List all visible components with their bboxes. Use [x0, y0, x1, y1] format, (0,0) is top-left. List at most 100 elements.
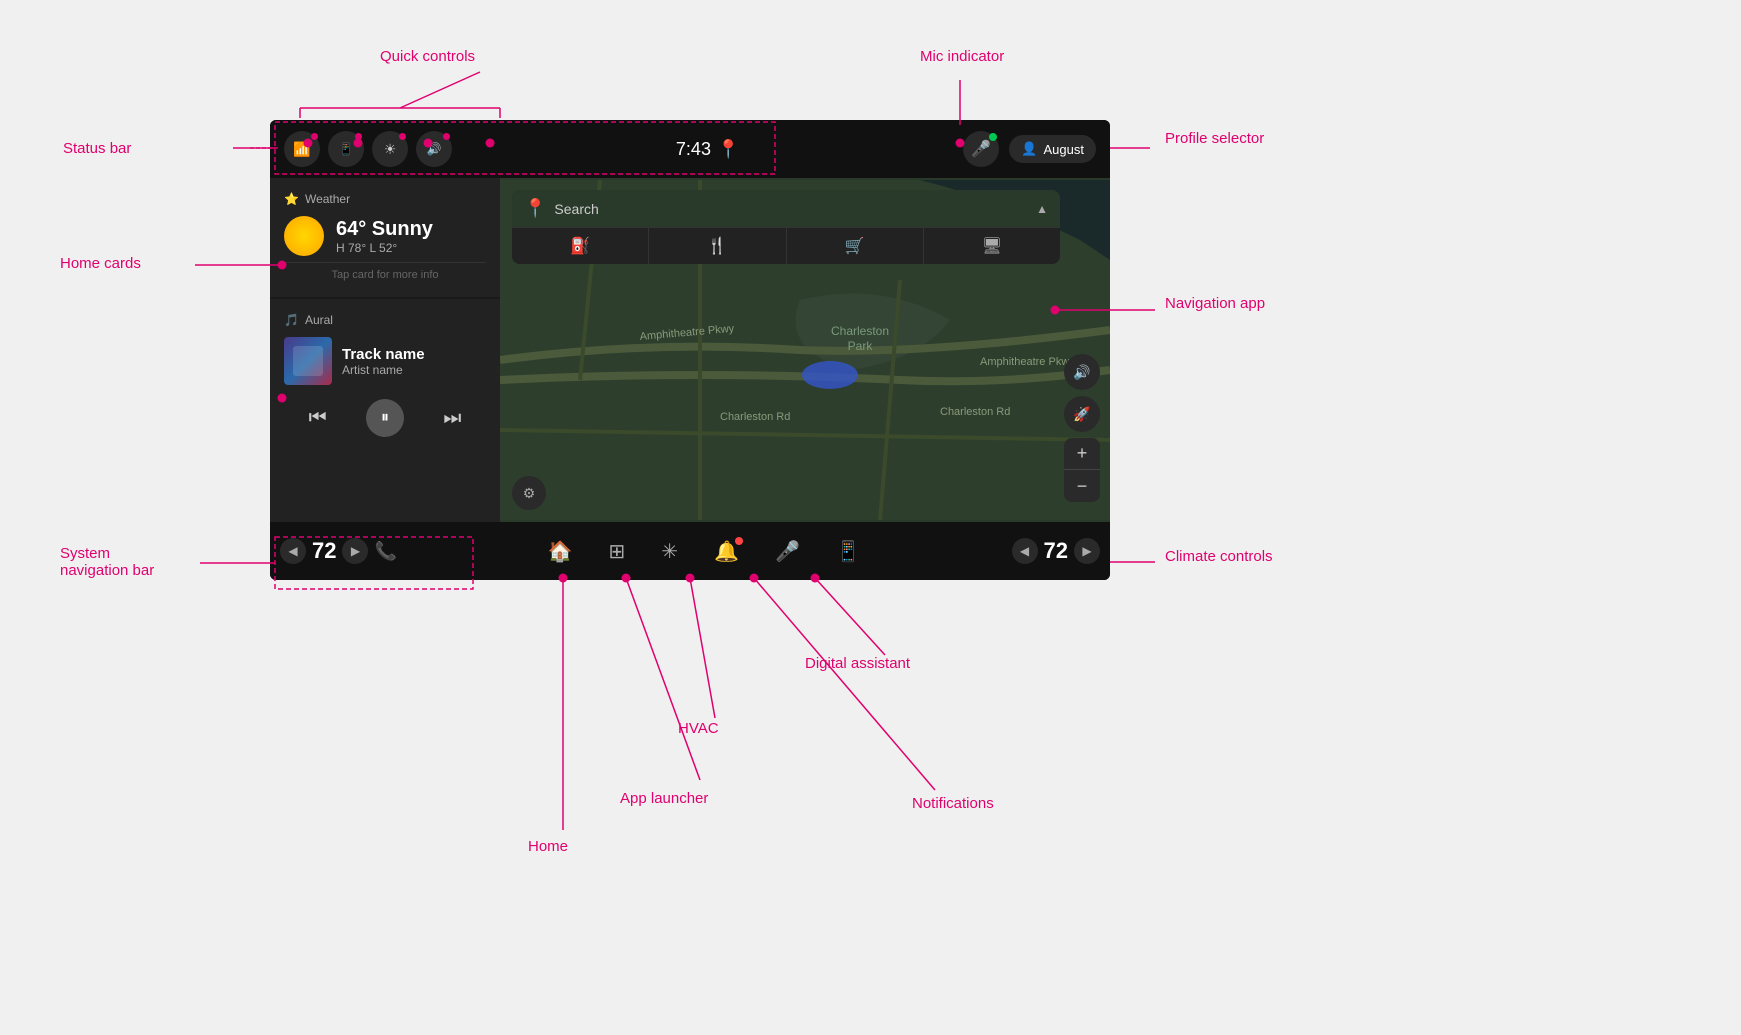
home-icon: 🏠 — [548, 539, 573, 564]
climate-controls-label: Climate controls — [1165, 548, 1273, 565]
weather-tap-hint: Tap card for more info — [284, 262, 486, 283]
filter-parking-button[interactable]: 🖥 — [924, 228, 1060, 264]
climate-temp-up-left[interactable]: ▶ — [342, 538, 368, 564]
call-icon: 📱 — [836, 539, 861, 564]
road-label-2: Amphitheatre Pkwy — [980, 356, 1075, 368]
main-content: ⭐ Weather 64° Sunny H 78° L 52° Tap card… — [270, 178, 1110, 522]
climate-temp-right: 72 — [1044, 538, 1068, 564]
filter-fuel-button[interactable]: ⛽ — [512, 228, 649, 264]
navigation-app[interactable]: Amphitheatre Pkwy Amphitheatre Pkwy Char… — [500, 178, 1110, 522]
album-art-inner — [293, 346, 323, 376]
app-launcher-button[interactable]: ⊞ — [601, 539, 634, 564]
mic-icon: 🎤 — [971, 139, 991, 159]
profile-icon: 👤 — [1021, 141, 1037, 157]
chevron-up-icon: ▲ — [1036, 202, 1048, 216]
filter-shopping-button[interactable]: 🛒 — [787, 228, 924, 264]
quick-controls-label: Quick controls — [380, 48, 475, 65]
map-right-controls: 🔊 🚀 + − — [1064, 354, 1100, 502]
map-settings-button[interactable]: ⚙ — [512, 476, 546, 510]
artist-name: Artist name — [342, 363, 425, 377]
grid-icon: ⊞ — [609, 539, 626, 564]
status-bar: 📶 📱 ☀ 🔊 7:43 📍 🎤 — [270, 120, 1110, 178]
maps-logo-icon: 📍 — [524, 198, 546, 219]
weather-card-header: ⭐ Weather — [284, 192, 486, 206]
notification-badge — [735, 537, 743, 545]
digital-assistant-label: Digital assistant — [805, 655, 910, 672]
filter-food-button[interactable]: 🍴 — [649, 228, 786, 264]
zoom-in-button[interactable]: + — [1064, 438, 1100, 470]
home-label: Home — [528, 838, 568, 855]
climate-temp-down-left[interactable]: ◀ — [280, 538, 306, 564]
park-label-2: Park — [848, 339, 874, 353]
climate-temp-up-right[interactable]: ▶ — [1074, 538, 1100, 564]
climate-controls-left: ◀ 72 ▶ 📞 — [280, 538, 397, 564]
home-nav-button[interactable]: 🏠 — [540, 539, 581, 564]
weather-info: 64° Sunny H 78° L 52° — [336, 218, 433, 255]
quick-controls-group: 📶 📱 ☀ 🔊 — [284, 131, 452, 167]
location-oval — [802, 361, 858, 389]
weather-main: 64° Sunny H 78° L 52° — [284, 216, 486, 256]
music-app-icon: 🎵 — [284, 313, 299, 327]
zoom-controls: + − — [1064, 438, 1100, 502]
prev-track-button[interactable]: ⏮ — [299, 403, 337, 434]
climate-temp-down-right[interactable]: ◀ — [1012, 538, 1038, 564]
volume-button[interactable]: 🔊 — [416, 131, 452, 167]
weather-icon: ⭐ — [284, 192, 299, 206]
brightness-button[interactable]: ☀ — [372, 131, 408, 167]
nav-center: 🏠 ⊞ ✳ 🔔 🎤 📱 — [540, 539, 869, 564]
profile-selector-button[interactable]: 👤 August — [1009, 135, 1096, 163]
mic-indicator-label: Mic indicator — [920, 48, 1004, 65]
hvac-label: HVAC — [678, 720, 719, 737]
phone-nav-button[interactable]: 📱 — [828, 539, 869, 564]
map-search-overlay: 📍 Search ▲ ⛽ 🍴 🛒 🖥 — [512, 190, 1060, 264]
pause-button[interactable]: ⏸ — [366, 399, 404, 437]
notifications-label: Notifications — [912, 795, 994, 812]
music-track-info: Track name Artist name — [284, 337, 486, 385]
track-name: Track name — [342, 346, 425, 363]
signal-button[interactable]: 📱 — [328, 131, 364, 167]
weather-temperature: 64° Sunny — [336, 218, 433, 241]
music-controls: ⏮ ⏸ ⏭ — [284, 399, 486, 437]
road-label-3: Charleston Rd — [940, 406, 1010, 418]
phone-icon[interactable]: 📞 — [374, 541, 396, 562]
mic-active-dot — [989, 133, 997, 141]
profile-name: August — [1044, 142, 1084, 157]
search-input[interactable]: Search — [554, 201, 1028, 217]
system-navigation-bar-label: Systemnavigation bar — [60, 545, 154, 579]
status-bar-label: Status bar — [63, 140, 131, 157]
weather-high-low: H 78° L 52° — [336, 241, 433, 255]
climate-temp-left: 72 — [312, 538, 336, 564]
navigation-app-label: Navigation app — [1165, 295, 1265, 312]
weather-app-name: Weather — [305, 192, 350, 206]
digital-assistant-button[interactable]: 🎤 — [767, 539, 808, 564]
car-ui: 📶 📱 ☀ 🔊 7:43 📍 🎤 — [270, 120, 1110, 580]
hvac-button[interactable]: ✳ — [653, 539, 686, 564]
time-text: 7:43 — [676, 139, 711, 160]
music-card[interactable]: 🎵 Aural Track name Artist name ⏮ ⏸ ⏭ — [270, 299, 500, 522]
weather-card[interactable]: ⭐ Weather 64° Sunny H 78° L 52° Tap card… — [270, 178, 500, 297]
next-track-button[interactable]: ⏭ — [433, 403, 471, 434]
bluetooth-button[interactable]: 📶 — [284, 131, 320, 167]
profile-selector-label: Profile selector — [1165, 130, 1264, 147]
home-cards-label: Home cards — [60, 255, 141, 272]
location-pin-icon: 📍 — [717, 139, 739, 160]
zoom-out-button[interactable]: − — [1064, 470, 1100, 502]
park-label-1: Charleston — [831, 324, 889, 338]
notifications-button[interactable]: 🔔 — [706, 539, 747, 564]
map-navigation-button[interactable]: 🚀 — [1064, 396, 1100, 432]
mic-indicator-button[interactable]: 🎤 — [963, 131, 999, 167]
clock-display: 7:43 📍 — [676, 139, 739, 160]
left-panel: ⭐ Weather 64° Sunny H 78° L 52° Tap card… — [270, 178, 500, 522]
album-art — [284, 337, 332, 385]
search-filters: ⛽ 🍴 🛒 🖥 — [512, 228, 1060, 264]
road-label-4: Charleston Rd — [720, 411, 790, 423]
status-bar-right: 🎤 👤 August — [963, 131, 1096, 167]
map-volume-button[interactable]: 🔊 — [1064, 354, 1100, 390]
sun-icon — [284, 216, 324, 256]
music-card-header: 🎵 Aural — [284, 313, 486, 327]
fan-icon: ✳ — [661, 539, 678, 564]
app-launcher-label: App launcher — [620, 790, 708, 807]
mic-nav-icon: 🎤 — [775, 539, 800, 564]
search-bar[interactable]: 📍 Search ▲ — [512, 190, 1060, 228]
climate-controls-right: ◀ 72 ▶ — [1012, 538, 1100, 564]
